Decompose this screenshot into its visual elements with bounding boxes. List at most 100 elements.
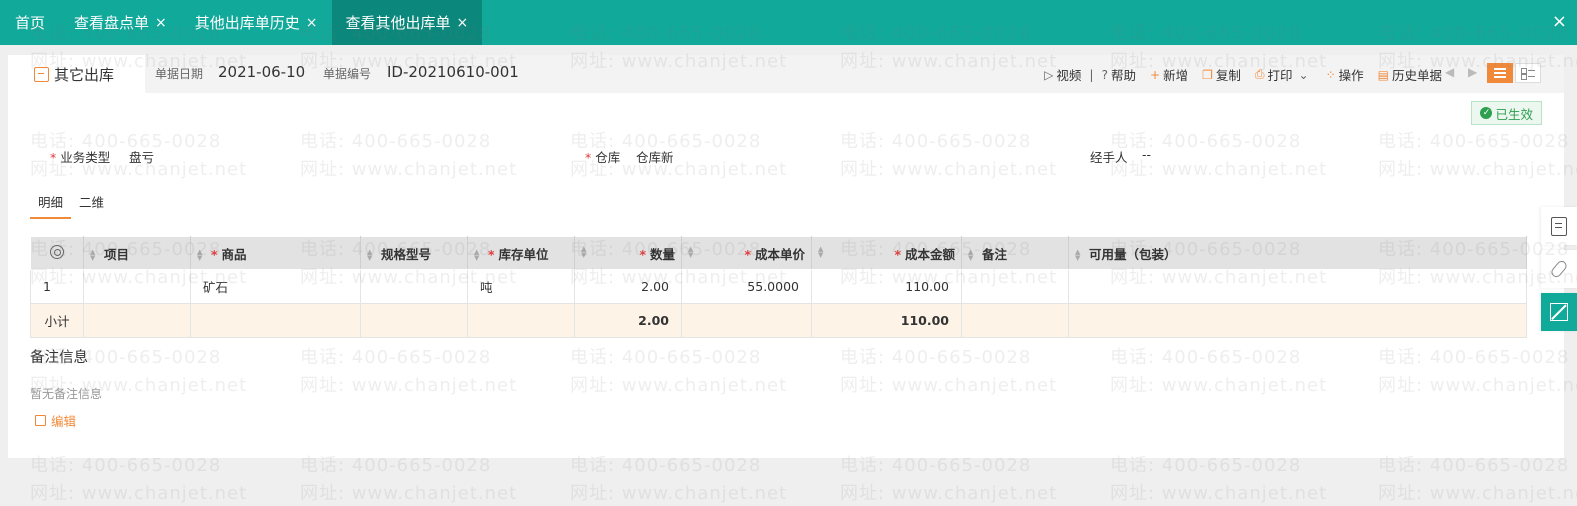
close-icon[interactable]: × — [457, 15, 469, 31]
subtotal-empty — [360, 303, 468, 338]
add-button[interactable]: + 新增 — [1150, 65, 1188, 84]
close-icon[interactable]: × — [155, 15, 167, 31]
tab-label: 查看盘点单 — [74, 14, 150, 32]
subtotal-empty — [467, 303, 575, 338]
watermark-text: 电话: 400-665-0028网址: www.chanjet.net — [1378, 455, 1577, 504]
number-label: 单据编号 — [323, 67, 372, 81]
chevron-down-icon[interactable]: ⌄ — [1299, 68, 1309, 82]
cell-available[interactable] — [1068, 269, 1527, 304]
help-button[interactable]: ? 帮助 — [1102, 65, 1136, 84]
list-view-button[interactable] — [1487, 63, 1513, 83]
sort-icon[interactable]: ▲ ▼ — [367, 249, 375, 262]
column-header-qty[interactable]: ▲ ▼ * 数量 — [574, 236, 682, 270]
check-circle-icon: ✓ — [1480, 107, 1493, 119]
side-expand-button[interactable] — [1541, 293, 1577, 331]
subtotal-amount: 110.00 — [811, 303, 962, 338]
print-label: 打印 — [1267, 68, 1293, 83]
warehouse-value: 仓库新 — [636, 150, 674, 165]
sort-icon[interactable]: ▲ ▼ — [818, 246, 826, 259]
handler-label: 经手人 — [1090, 150, 1128, 165]
close-icon[interactable]: × — [306, 15, 318, 31]
detail-grid: ▲ ▼ 项目 ▲ ▼ * 商品 ▲ ▼ 规格型号 ▲ ▼ * 库存单位 ▲ ▼ * 数量 ▲ ▼ * 成本单价 … — [30, 236, 1527, 338]
grid-header-row: ▲ ▼ 项目 ▲ ▼ * 商品 ▲ ▼ 规格型号 ▲ ▼ * 库存单位 ▲ ▼ * 数量 ▲ ▼ * 成本单价 … — [30, 236, 1527, 270]
tab-view-other-outbound[interactable]: 查看其他出库单 × — [331, 0, 483, 45]
subtotal-empty — [1068, 303, 1527, 338]
subtotal-empty — [681, 303, 812, 338]
cell-amount[interactable]: 110.00 — [811, 269, 962, 304]
column-header-note[interactable]: ▲ ▼ 备注 — [961, 236, 1069, 270]
required-mark: * — [585, 150, 592, 165]
history-icon: ▤ — [1377, 67, 1389, 82]
document-icon — [1551, 216, 1567, 236]
column-header-unit[interactable]: ▲ ▼ * 库存单位 — [467, 236, 575, 270]
remark-empty-text: 暂无备注信息 — [30, 387, 103, 401]
date-value: 2021-06-10 — [218, 63, 306, 81]
column-header-unit-cost[interactable]: ▲ ▼ * 成本单价 — [681, 236, 812, 270]
sort-icon[interactable]: ▲ ▼ — [90, 249, 98, 262]
expand-icon — [1550, 303, 1568, 321]
card-view-button[interactable] — [1515, 63, 1541, 83]
side-attachment-button[interactable] — [1541, 250, 1577, 288]
table-row[interactable]: 1 矿石 吨 2.00 55.0000 110.00 — [30, 269, 1527, 304]
required-mark: * — [894, 246, 901, 262]
sort-icon[interactable]: ▲ ▼ — [474, 249, 482, 262]
column-header-amount[interactable]: ▲ ▼ * 成本金额 — [811, 236, 962, 270]
column-header-available[interactable]: ▲ ▼ 可用量（包装） — [1068, 236, 1527, 270]
column-label: 成本金额 — [904, 246, 955, 262]
handler-value: -- — [1142, 147, 1152, 162]
status-label: 已生效 — [1495, 106, 1533, 122]
warehouse-label-text: 仓库 — [595, 150, 621, 165]
cell-qty[interactable]: 2.00 — [574, 269, 682, 304]
edit-remark-link[interactable]: 编辑 — [35, 411, 76, 430]
sort-icon[interactable]: ▲ ▼ — [581, 246, 589, 259]
subtab-2d[interactable]: 二维 — [79, 192, 104, 219]
watermark-text: 电话: 400-665-0028网址: www.chanjet.net — [570, 455, 788, 504]
history-button[interactable]: ▤ 历史单据 — [1378, 65, 1442, 84]
cell-unit-cost[interactable]: 55.0000 — [681, 269, 812, 304]
copy-icon: ❐ — [1202, 67, 1213, 82]
sort-icon[interactable]: ▲ ▼ — [1075, 249, 1083, 262]
cell-unit[interactable]: 吨 — [467, 269, 575, 304]
watermark-text: 电话: 400-665-0028网址: www.chanjet.net — [300, 455, 518, 504]
arrow-left-icon[interactable]: ◀ — [1445, 65, 1454, 79]
help-icon: ? — [1101, 67, 1108, 82]
column-header-spec[interactable]: ▲ ▼ 规格型号 — [360, 236, 468, 270]
list-view-icon — [1494, 68, 1506, 78]
tab-stocktake[interactable]: 查看盘点单 × — [60, 0, 181, 45]
outbound-doc-icon — [34, 66, 49, 82]
subtab-detail[interactable]: 明细 — [30, 192, 72, 219]
window-close-icon[interactable]: × — [1552, 11, 1567, 32]
required-mark: * — [744, 246, 751, 262]
side-document-button[interactable] — [1541, 207, 1577, 245]
copy-button[interactable]: ❐ 复制 — [1202, 65, 1241, 84]
arrow-right-icon[interactable]: ▶ — [1468, 65, 1477, 79]
column-header-product[interactable]: ▲ ▼ * 商品 — [190, 236, 361, 270]
cell-note[interactable] — [961, 269, 1069, 304]
printer-icon: ⎙ — [1254, 67, 1265, 81]
grid-settings[interactable] — [30, 236, 84, 270]
column-label: 规格型号 — [381, 246, 432, 262]
cell-product[interactable]: 矿石 — [190, 269, 361, 304]
video-button[interactable]: ▷ 视频 — [1044, 65, 1081, 84]
cell-project[interactable] — [83, 269, 191, 304]
required-mark: * — [211, 246, 218, 262]
add-label: 新增 — [1163, 68, 1189, 83]
sort-icon[interactable]: ▲ ▼ — [688, 246, 696, 259]
print-button[interactable]: ⎙ 打印 ⌄ — [1255, 65, 1312, 84]
document-type-label: 其它出库 — [54, 65, 115, 84]
subtotal-empty — [961, 303, 1069, 338]
date-label: 单据日期 — [155, 67, 204, 81]
document-panel: 其它出库 单据日期 2021-06-10 单据编号 ID-20210610-00… — [8, 55, 1564, 458]
tab-home[interactable]: 首页 — [0, 0, 60, 45]
toolbar-divider: | — [1089, 67, 1094, 82]
tab-other-outbound-history[interactable]: 其他出库单历史 × — [181, 0, 332, 45]
operate-button[interactable]: ⁘ 操作 — [1326, 65, 1364, 84]
tab-label: 首页 — [15, 14, 46, 32]
sort-icon[interactable]: ▲ ▼ — [197, 249, 205, 262]
column-header-project[interactable]: ▲ ▼ 项目 — [83, 236, 191, 270]
sort-icon[interactable]: ▲ ▼ — [968, 249, 976, 262]
cell-spec[interactable] — [360, 269, 468, 304]
column-label: 库存单位 — [498, 246, 549, 262]
attachment-icon — [1549, 258, 1569, 280]
detail-subtabs: 明细 二维 — [30, 192, 112, 219]
